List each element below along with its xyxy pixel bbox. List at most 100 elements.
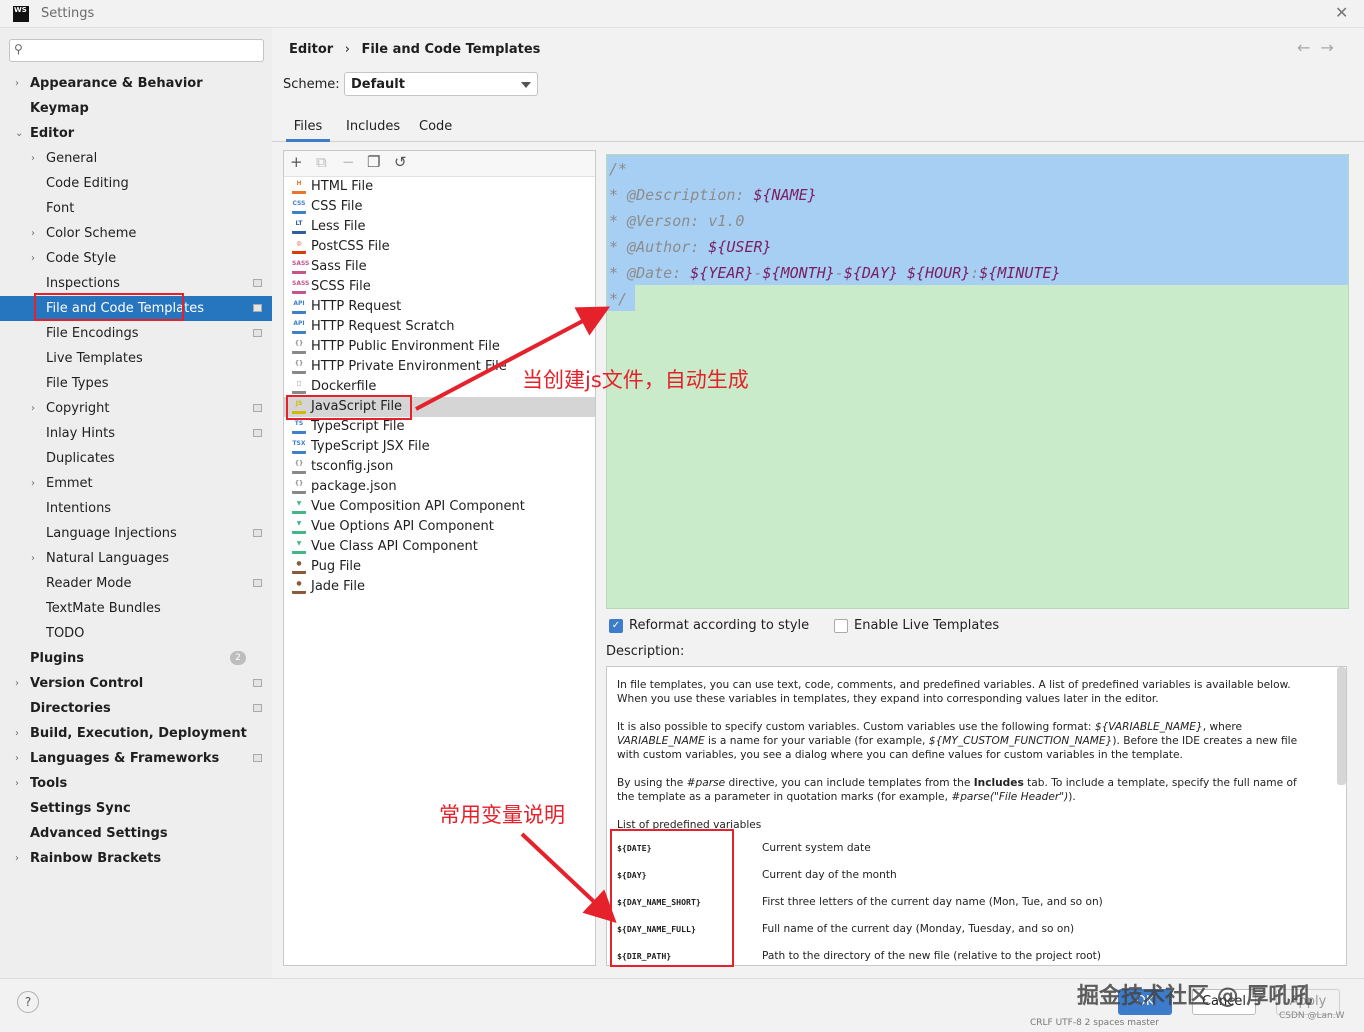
sidebar-item-live-templates[interactable]: Live Templates	[0, 346, 272, 371]
sidebar-item-code-style[interactable]: › Code Style	[0, 246, 272, 271]
sidebar-item-intentions[interactable]: Intentions	[0, 496, 272, 521]
template-item-scss-file[interactable]: SASS SCSS File	[284, 277, 595, 297]
chevron-down-icon[interactable]: ⌄	[15, 121, 23, 146]
template-item-vue-class-api-component[interactable]: ▼ Vue Class API Component	[284, 537, 595, 557]
sidebar-item-copyright[interactable]: › Copyright	[0, 396, 272, 421]
sidebar-item-label: Keymap	[30, 101, 89, 116]
code-line-5: * @Date: ${YEAR}-${MONTH}-${DAY} ${HOUR}…	[609, 260, 1061, 286]
forward-arrow-icon[interactable]: →	[1320, 38, 1343, 57]
sidebar-item-todo[interactable]: TODO	[0, 621, 272, 646]
back-arrow-icon[interactable]: ←	[1297, 38, 1320, 57]
variable-description: Path to the directory of the new file (r…	[762, 950, 1101, 962]
chevron-right-icon[interactable]: ›	[15, 671, 19, 696]
sidebar-item-natural-languages[interactable]: › Natural Languages	[0, 546, 272, 571]
css-file-icon: CSS	[292, 200, 306, 214]
sidebar-item-label: Editor	[30, 126, 75, 141]
scheme-value: Default	[351, 77, 405, 92]
template-item-http-public-environment-file[interactable]: {} HTTP Public Environment File	[284, 337, 595, 357]
sidebar-item-duplicates[interactable]: Duplicates	[0, 446, 272, 471]
sidebar-item-tools[interactable]: › Tools	[0, 771, 272, 796]
sidebar-item-language-injections[interactable]: Language Injections	[0, 521, 272, 546]
chevron-right-icon[interactable]: ›	[31, 146, 35, 171]
template-item-typescript-file[interactable]: TS TypeScript File	[284, 417, 595, 437]
chevron-right-icon[interactable]: ›	[31, 246, 35, 271]
sidebar-item-emmet[interactable]: › Emmet	[0, 471, 272, 496]
history-nav: ←→	[1297, 38, 1344, 57]
chevron-right-icon[interactable]: ›	[31, 546, 35, 571]
template-item-vue-composition-api-component[interactable]: ▼ Vue Composition API Component	[284, 497, 595, 517]
json-file-icon: {}	[292, 480, 306, 494]
template-item-postcss-file[interactable]: ◎ PostCSS File	[284, 237, 595, 257]
template-item-less-file[interactable]: LT Less File	[284, 217, 595, 237]
sidebar-item-settings-sync[interactable]: Settings Sync	[0, 796, 272, 821]
sidebar-item-label: Plugins	[30, 651, 84, 666]
project-scope-icon	[253, 429, 262, 437]
tab-includes[interactable]: Includes	[346, 117, 400, 142]
chevron-right-icon[interactable]: ›	[31, 396, 35, 421]
sidebar-item-editor[interactable]: ⌄ Editor	[0, 121, 272, 146]
close-icon[interactable]: ✕	[1335, 3, 1348, 22]
settings-sidebar: ⚲ › Appearance & Behavior Keymap ⌄ Editor › Ge…	[0, 28, 272, 978]
chevron-right-icon[interactable]: ›	[31, 471, 35, 496]
sidebar-item-reader-mode[interactable]: Reader Mode	[0, 571, 272, 596]
template-item-package-json[interactable]: {} package.json	[284, 477, 595, 497]
template-item-http-request[interactable]: API HTTP Request	[284, 297, 595, 317]
tab-code[interactable]: Code	[419, 117, 452, 142]
sidebar-item-plugins[interactable]: Plugins 2	[0, 646, 272, 671]
template-item-html-file[interactable]: H HTML File	[284, 177, 595, 197]
template-item-label: HTTP Private Environment File	[311, 359, 507, 374]
template-item-jade-file[interactable]: ● Jade File	[284, 577, 595, 597]
template-item-vue-options-api-component[interactable]: ▼ Vue Options API Component	[284, 517, 595, 537]
template-item-pug-file[interactable]: ● Pug File	[284, 557, 595, 577]
code-variable: ${USER}	[708, 238, 772, 256]
sidebar-item-build-execution-deployment[interactable]: › Build, Execution, Deployment	[0, 721, 272, 746]
sidebar-item-languages-frameworks[interactable]: › Languages & Frameworks	[0, 746, 272, 771]
sidebar-item-file-encodings[interactable]: File Encodings	[0, 321, 272, 346]
settings-search-input[interactable]: ⚲	[9, 39, 264, 62]
sidebar-item-keymap[interactable]: Keymap	[0, 96, 272, 121]
template-item-css-file[interactable]: CSS CSS File	[284, 197, 595, 217]
template-item-tsconfig-json[interactable]: {} tsconfig.json	[284, 457, 595, 477]
sidebar-item-font[interactable]: Font	[0, 196, 272, 221]
breadcrumb-parent[interactable]: Editor	[289, 42, 333, 57]
sidebar-item-general[interactable]: › General	[0, 146, 272, 171]
scss-file-icon: SASS	[292, 280, 309, 294]
chevron-right-icon[interactable]: ›	[15, 71, 19, 96]
template-item-typescript-jsx-file[interactable]: TSX TypeScript JSX File	[284, 437, 595, 457]
tab-files[interactable]: Files	[286, 117, 330, 142]
reset-icon[interactable]: ↺	[394, 153, 407, 171]
sidebar-item-version-control[interactable]: › Version Control	[0, 671, 272, 696]
sidebar-item-appearance-behavior[interactable]: › Appearance & Behavior	[0, 71, 272, 96]
chevron-right-icon[interactable]: ›	[15, 846, 19, 871]
sidebar-item-label: File Types	[46, 376, 109, 391]
reformat-checkbox[interactable]: ✓	[609, 619, 623, 633]
remove-icon[interactable]: −	[342, 153, 355, 171]
sidebar-item-code-editing[interactable]: Code Editing	[0, 171, 272, 196]
sidebar-item-directories[interactable]: Directories	[0, 696, 272, 721]
sidebar-item-label: Tools	[30, 776, 68, 791]
template-item-http-request-scratch[interactable]: API HTTP Request Scratch	[284, 317, 595, 337]
scheme-dropdown[interactable]: Default	[344, 72, 538, 96]
live-templates-checkbox[interactable]	[834, 619, 848, 633]
chevron-right-icon[interactable]: ›	[31, 221, 35, 246]
sidebar-item-rainbow-brackets[interactable]: › Rainbow Brackets	[0, 846, 272, 871]
project-scope-icon	[253, 579, 262, 587]
copy-child-icon[interactable]: ⧉	[316, 153, 327, 171]
sidebar-item-inlay-hints[interactable]: Inlay Hints	[0, 421, 272, 446]
template-item-label: Less File	[311, 219, 366, 234]
template-item-label: HTTP Request Scratch	[311, 319, 455, 334]
add-icon[interactable]: +	[290, 153, 303, 171]
chevron-right-icon[interactable]: ›	[15, 721, 19, 746]
duplicate-icon[interactable]: ❐	[367, 153, 380, 171]
chevron-right-icon[interactable]: ›	[15, 771, 19, 796]
sidebar-item-textmate-bundles[interactable]: TextMate Bundles	[0, 596, 272, 621]
sidebar-item-file-types[interactable]: File Types	[0, 371, 272, 396]
chevron-right-icon[interactable]: ›	[15, 746, 19, 771]
help-button[interactable]: ?	[17, 991, 39, 1013]
sidebar-item-advanced-settings[interactable]: Advanced Settings	[0, 821, 272, 846]
pug-file-icon: ●	[292, 560, 306, 574]
description-scrollbar[interactable]	[1337, 667, 1346, 785]
sidebar-item-color-scheme[interactable]: › Color Scheme	[0, 221, 272, 246]
template-item-sass-file[interactable]: SASS Sass File	[284, 257, 595, 277]
breadcrumb-separator: ›	[344, 42, 350, 57]
